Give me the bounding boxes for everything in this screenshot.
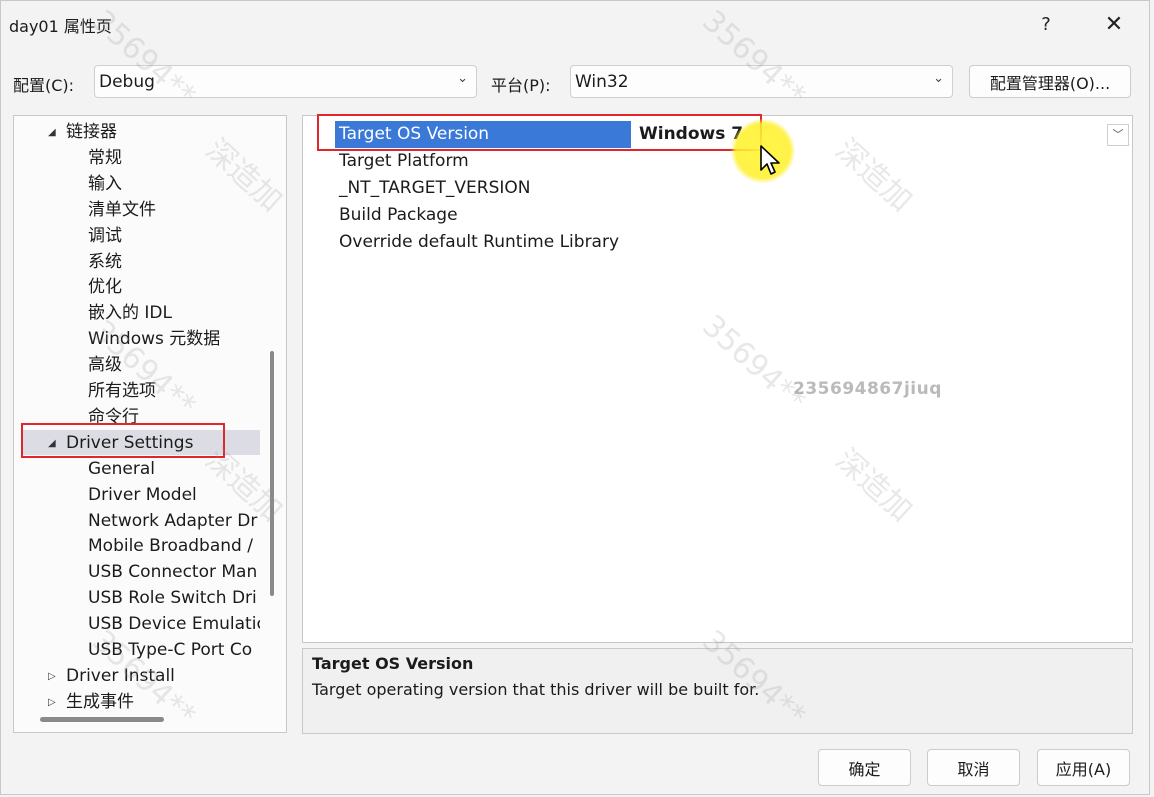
tree-item[interactable]: 所有选项: [88, 379, 156, 404]
annotation-box-target-os: [317, 114, 762, 151]
chevron-down-icon: ⌄: [933, 71, 944, 86]
description-text: Target operating version that this drive…: [312, 680, 760, 699]
configuration-value: Debug: [99, 72, 155, 92]
tree-item[interactable]: 输入: [88, 172, 122, 197]
properties-dialog: day01 属性页 ? ✕ 配置(C): Debug ⌄ 平台(P): Win3…: [0, 0, 1150, 795]
chevron-down-icon: ⌄: [457, 71, 468, 86]
tree-vertical-scrollbar[interactable]: [270, 351, 274, 596]
property-name: Override default Runtime Library: [339, 232, 620, 252]
tree-item[interactable]: Network Adapter Dr: [88, 509, 257, 534]
platform-select[interactable]: Win32 ⌄: [570, 65, 953, 98]
mouse-pointer-icon: [760, 145, 780, 175]
dialog-title: day01 属性页: [9, 17, 112, 36]
expand-caret-icon[interactable]: ▷: [48, 697, 56, 708]
cancel-button[interactable]: 取消: [927, 749, 1020, 786]
tree-item[interactable]: Driver Model: [88, 483, 197, 508]
tree-item[interactable]: Mobile Broadband /: [88, 534, 253, 559]
property-name: Target Platform: [339, 151, 469, 171]
configuration-manager-button[interactable]: 配置管理器(O)...: [969, 65, 1131, 98]
help-button[interactable]: ?: [1023, 7, 1069, 41]
tree-item[interactable]: 调试: [88, 224, 122, 249]
property-row[interactable]: Override default Runtime Library: [335, 229, 1115, 256]
tree-item[interactable]: 链接器: [66, 120, 117, 145]
collapse-caret-icon[interactable]: ◢: [48, 127, 56, 138]
close-button[interactable]: ✕: [1091, 7, 1137, 41]
tree-item[interactable]: USB Connector Man: [88, 560, 257, 585]
watermark-code: 235694867jiuq: [793, 379, 942, 399]
configuration-label: 配置(C):: [13, 76, 75, 95]
tree-item[interactable]: 清单文件: [88, 198, 156, 223]
tree-item[interactable]: General: [88, 457, 155, 482]
annotation-box-driver-settings: [21, 423, 225, 458]
expand-caret-icon[interactable]: ▷: [48, 671, 56, 682]
platform-value: Win32: [575, 72, 629, 92]
tree-item[interactable]: Windows 元数据: [88, 327, 220, 352]
apply-button[interactable]: 应用(A): [1037, 749, 1130, 786]
property-grid: ﹀ Target OS Version Windows 7 Target Platf…: [302, 115, 1133, 643]
property-name: _NT_TARGET_VERSION: [339, 178, 531, 198]
tree-item[interactable]: 嵌入的 IDL: [88, 301, 172, 326]
tree-item[interactable]: 高级: [88, 353, 122, 378]
tree-item[interactable]: USB Type-C Port Co: [88, 638, 252, 663]
property-row[interactable]: Target Platform: [335, 148, 1115, 175]
description-panel: Target OS Version Target operating versi…: [302, 648, 1133, 734]
tree-item[interactable]: Driver Install: [66, 664, 175, 689]
property-name: Build Package: [339, 205, 458, 225]
property-row[interactable]: Build Package: [335, 202, 1115, 229]
tree-item[interactable]: 常规: [88, 146, 122, 171]
tree-item[interactable]: USB Role Switch Dri: [88, 586, 257, 611]
tree-item[interactable]: 优化: [88, 275, 122, 300]
tree-item[interactable]: 系统: [88, 250, 122, 275]
configuration-row: 配置(C): Debug ⌄ 平台(P): Win32 ⌄ 配置管理器(O)..…: [1, 65, 1149, 101]
description-title: Target OS Version: [312, 654, 474, 673]
platform-label: 平台(P):: [491, 76, 551, 95]
title-bar: day01 属性页 ? ✕: [1, 1, 1149, 49]
tree-viewport: ◢ 链接器 常规 输入 清单文件 调试 系统 优化 嵌入的 IDL Windows 元数据 高级 所有…: [14, 116, 260, 712]
tree-item[interactable]: USB Device Emulatic: [88, 612, 260, 637]
configuration-select[interactable]: Debug ⌄: [94, 65, 477, 98]
property-row[interactable]: _NT_TARGET_VERSION: [335, 175, 1115, 202]
tree-item[interactable]: 生成事件: [66, 690, 134, 712]
tree-horizontal-scrollbar[interactable]: [40, 717, 164, 722]
ok-button[interactable]: 确定: [818, 749, 911, 786]
